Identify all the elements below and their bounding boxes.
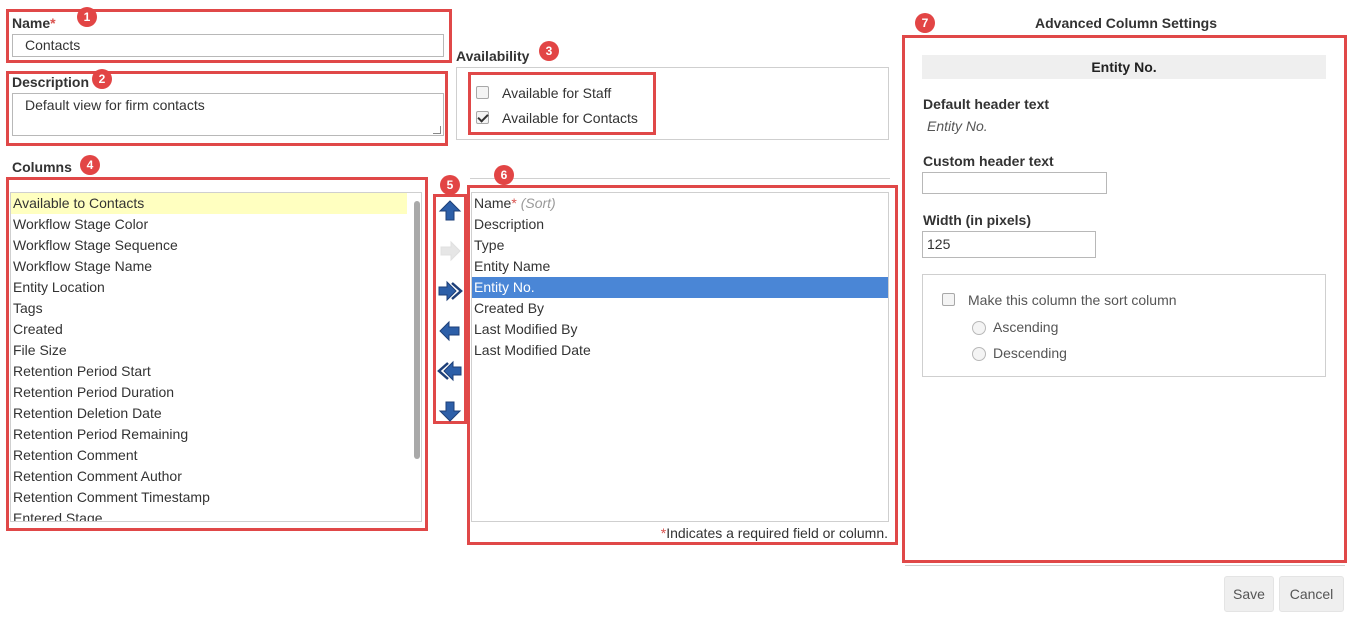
remove-all-icon[interactable] <box>437 358 463 384</box>
annotation-badge-5: 5 <box>440 175 460 195</box>
annotation-box-7 <box>902 35 1347 563</box>
move-down-icon[interactable] <box>437 398 463 424</box>
annotation-box-6 <box>467 185 898 545</box>
annotation-badge-2: 2 <box>92 69 112 89</box>
columns-divider <box>470 178 890 179</box>
add-all-icon[interactable] <box>437 278 463 304</box>
remove-icon[interactable] <box>437 318 463 344</box>
add-disabled-icon <box>440 240 461 262</box>
save-button[interactable]: Save <box>1224 576 1274 612</box>
annotation-badge-7: 7 <box>915 13 935 33</box>
annotation-badge-3: 3 <box>539 41 559 61</box>
annotation-badge-4: 4 <box>80 155 100 175</box>
annotation-box-1 <box>6 9 452 63</box>
columns-label: Columns <box>12 159 72 175</box>
cancel-button[interactable]: Cancel <box>1279 576 1344 612</box>
annotation-box-2 <box>6 71 448 146</box>
annotation-box-4 <box>6 177 428 531</box>
advanced-title: Advanced Column Settings <box>1035 15 1218 31</box>
move-up-icon[interactable] <box>437 198 463 224</box>
annotation-box-5 <box>433 194 467 424</box>
annotation-badge-1: 1 <box>77 7 97 27</box>
availability-label: Availability <box>456 48 530 64</box>
annotation-badge-6: 6 <box>494 165 514 185</box>
annotation-box-3 <box>468 72 656 135</box>
